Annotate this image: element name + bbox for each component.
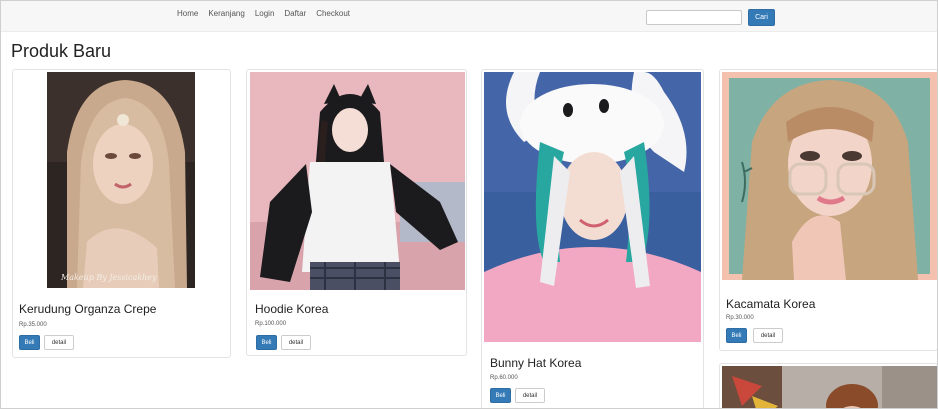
detail-button[interactable]: detail [44, 335, 74, 350]
product-name: Kacamata Korea [726, 297, 816, 311]
product-image[interactable] [484, 72, 701, 342]
product-image[interactable] [722, 72, 937, 280]
buy-button[interactable]: Beli [726, 328, 747, 343]
product-card: Hoodie Korea Rp.100.000 Beli detail [246, 69, 467, 356]
product-price: Rp.30.000 [726, 315, 754, 321]
product-photo-glasses [722, 72, 937, 280]
nav-link-daftar[interactable]: Daftar [284, 9, 306, 18]
product-card-partial [719, 363, 937, 408]
buy-button[interactable]: Beli [19, 335, 40, 350]
nav-link-keranjang[interactable]: Keranjang [208, 9, 244, 18]
detail-button[interactable]: detail [281, 335, 311, 350]
product-image[interactable] [250, 72, 465, 290]
buy-button[interactable]: Beli [490, 388, 511, 403]
nav-link-home[interactable]: Home [177, 9, 198, 18]
nav-link-login[interactable]: Login [255, 9, 275, 18]
detail-button[interactable]: detail [753, 328, 783, 343]
product-card: Makeup By Jessicakhey Kerudung Organza C… [12, 69, 231, 358]
navbar: Home Keranjang Login Daftar Checkout Car… [1, 1, 937, 32]
product-price: Rp.60.000 [490, 375, 518, 381]
product-name: Bunny Hat Korea [490, 356, 582, 370]
search-input[interactable] [646, 10, 742, 25]
buy-button[interactable]: Beli [256, 335, 277, 350]
search-button[interactable]: Cari [748, 9, 775, 26]
product-card: Bunny Hat Korea Rp.60.000 Beli detail [481, 69, 704, 408]
product-photo-bunny-hat [484, 72, 701, 342]
product-photo-partial [722, 366, 937, 408]
product-card: Kacamata Korea Rp.30.000 Beli detail [719, 69, 937, 351]
product-image[interactable]: Makeup By Jessicakhey [47, 72, 195, 288]
product-photo-hijab: Makeup By Jessicakhey [47, 72, 195, 288]
browser-viewport: Home Keranjang Login Daftar Checkout Car… [0, 0, 938, 409]
product-name: Hoodie Korea [255, 302, 329, 316]
product-price: Rp.100.000 [255, 321, 287, 327]
product-image[interactable] [722, 366, 937, 408]
product-price: Rp.35.000 [19, 322, 47, 328]
nav-link-checkout[interactable]: Checkout [316, 9, 350, 18]
detail-button[interactable]: detail [515, 388, 545, 403]
page-title: Produk Baru [11, 41, 112, 61]
product-photo-hoodie [250, 72, 465, 290]
svg-text:Makeup By Jessicakhey: Makeup By Jessicakhey [60, 273, 157, 282]
product-name: Kerudung Organza Crepe [19, 302, 157, 316]
nav-links: Home Keranjang Login Daftar Checkout [177, 9, 350, 18]
